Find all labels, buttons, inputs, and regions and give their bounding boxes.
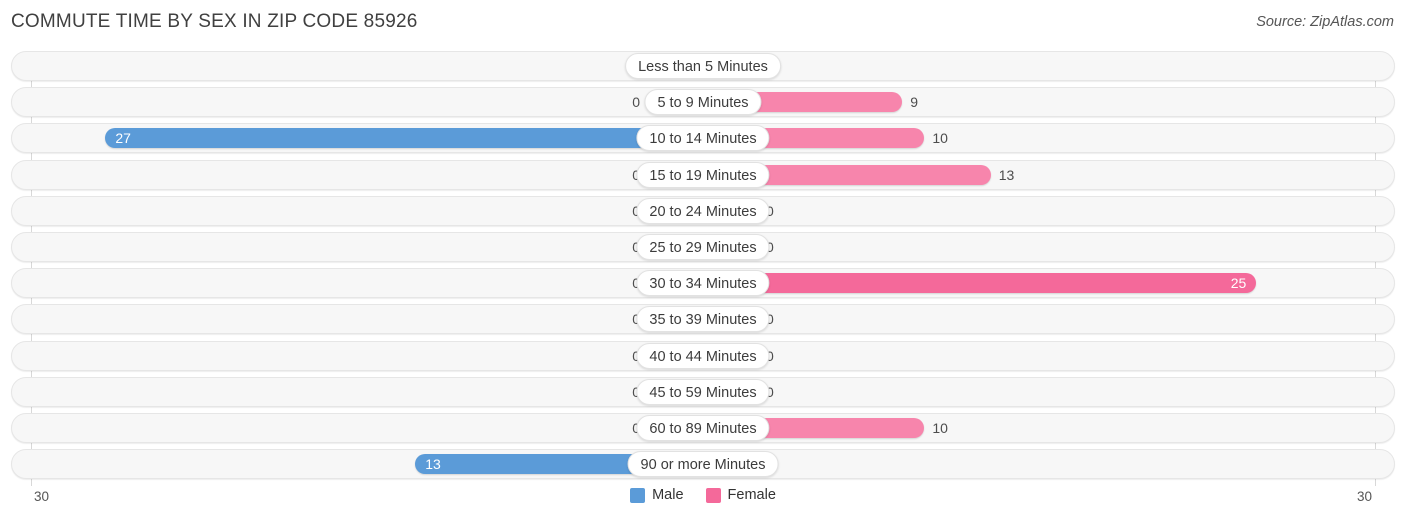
value-label-female: 0 [766,239,774,255]
value-label-male: 0 [602,413,640,443]
value-label-female: 10 [932,420,948,436]
value-label-male: 0 [632,94,640,111]
plot-area: 00Less than 5 Minutes095 to 9 Minutes271… [11,51,1395,486]
value-label-male: 0 [602,268,640,298]
chart-row: 0 10 60 to 89 Minutes [11,413,1395,443]
chart-row: 0 25 30 to 34 Minutes [11,268,1395,299]
chart-row: 00Less than 5 Minutes [11,51,1395,81]
legend-swatch-female [705,487,721,503]
legend-swatch-male [630,487,646,503]
value-label-female: 9 [910,94,918,111]
legend-item-male[interactable]: Male [630,487,684,503]
category-label: 35 to 39 Minutes [636,306,770,333]
value-label-male: 0 [602,304,640,334]
category-label: 45 to 59 Minutes [636,378,770,405]
value-label-female: 0 [766,311,774,328]
value-label-male: 0 [602,341,640,371]
value-label-male: 0 [602,377,640,407]
category-label: 30 to 34 Minutes [636,270,770,297]
category-label: 90 or more Minutes [627,451,779,478]
category-label: Less than 5 Minutes [625,53,781,79]
value-label-male: 0 [602,196,640,226]
value-label-female: 25 [1230,275,1247,292]
legend-item-female[interactable]: Female [705,487,776,503]
chart-root: COMMUTE TIME BY SEX IN ZIP CODE 85926 So… [0,0,1406,523]
category-label: 25 to 29 Minutes [636,234,770,260]
legend-label-female: Female [727,487,776,503]
chart-row: 0 025 to 29 Minutes [11,232,1395,262]
value-label-female: 13 [998,166,1015,183]
category-label: 15 to 19 Minutes [636,161,770,188]
chart-row: 0 9 5 to 9 Minutes [11,87,1395,118]
value-label-female: 0 [766,347,774,364]
category-label: 20 to 24 Minutes [636,197,770,224]
value-label-male: 13 [425,456,441,473]
value-label-male: 27 [115,130,131,147]
category-label: 5 to 9 Minutes [644,89,762,116]
chart-row: 0 045 to 59 Minutes [11,376,1395,407]
chart-row: 0 13 15 to 19 Minutes [11,159,1395,190]
category-label: 60 to 89 Minutes [636,415,770,441]
chart-row: 0 020 to 24 Minutes [11,195,1395,226]
value-label-female: 10 [932,130,948,147]
legend: Male Female [0,487,1406,503]
value-label-male: 0 [602,160,640,190]
page-title: COMMUTE TIME BY SEX IN ZIP CODE 85926 [11,11,418,32]
source-attribution: Source: ZipAtlas.com [1256,14,1394,30]
chart-row: 13090 or more Minutes [11,449,1395,480]
legend-label-male: Male [652,487,684,503]
value-label-female: 0 [766,202,774,219]
chart-row: 0 035 to 39 Minutes [11,304,1395,335]
bar-male[interactable] [105,128,703,149]
chart-row: 0 040 to 44 Minutes [11,340,1395,371]
value-label-male: 0 [602,232,640,262]
value-label-female: 0 [766,383,774,400]
bar-female[interactable] [703,273,1257,294]
category-label: 40 to 44 Minutes [636,342,770,369]
chart-row: 27 10 10 to 14 Minutes [11,123,1395,154]
category-label: 10 to 14 Minutes [636,125,770,152]
